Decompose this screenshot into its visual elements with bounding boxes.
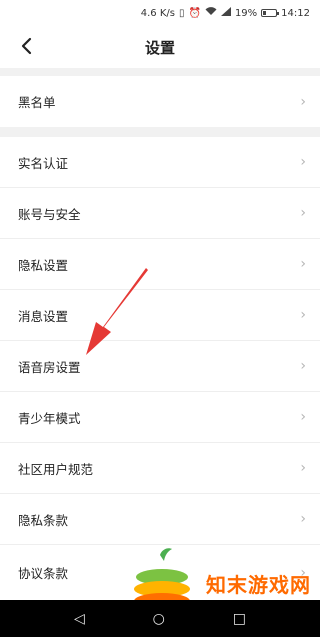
system-recent-icon[interactable]: □	[233, 611, 246, 627]
settings-item-privacy-settings[interactable]: 隐私设置 ›	[0, 239, 320, 290]
chevron-right-icon: ›	[300, 154, 306, 170]
system-home-icon[interactable]: ○	[153, 611, 165, 627]
settings-item-teen-mode[interactable]: 青少年模式 ›	[0, 392, 320, 443]
chevron-right-icon: ›	[300, 256, 306, 272]
settings-item-blacklist[interactable]: 黑名单 ›	[0, 76, 320, 127]
settings-item-message-settings[interactable]: 消息设置 ›	[0, 290, 320, 341]
chevron-right-icon: ›	[300, 511, 306, 527]
settings-item-voice-room[interactable]: 语音房设置 ›	[0, 341, 320, 392]
network-speed: 4.6 K/s	[140, 7, 175, 19]
system-nav-bar: ◁ ○ □	[0, 600, 320, 637]
chevron-left-icon	[21, 37, 32, 55]
status-bar: 4.6 K/s ▯ ⏰ 19% 14:12	[0, 0, 320, 26]
system-back-icon[interactable]: ◁	[74, 611, 85, 627]
settings-item-community-rules[interactable]: 社区用户规范 ›	[0, 443, 320, 494]
settings-item-label: 社区用户规范	[18, 461, 94, 477]
settings-item-label: 隐私条款	[18, 512, 69, 528]
section-divider	[0, 127, 320, 137]
settings-item-label: 消息设置	[18, 308, 69, 324]
clock: 14:12	[281, 7, 310, 19]
chevron-right-icon: ›	[300, 307, 306, 323]
signal-icon	[220, 7, 231, 19]
chevron-right-icon: ›	[300, 409, 306, 425]
settings-item-real-name[interactable]: 实名认证 ›	[0, 137, 320, 188]
chevron-right-icon: ›	[300, 460, 306, 476]
settings-item-label: 黑名单	[18, 95, 56, 110]
settings-item-label: 青少年模式	[18, 410, 81, 426]
settings-item-label: 实名认证	[18, 155, 69, 171]
settings-item-label: 隐私设置	[18, 257, 69, 273]
settings-item-label: 协议条款	[18, 566, 69, 581]
settings-item-label: 语音房设置	[18, 359, 81, 375]
page-title: 设置	[144, 38, 175, 57]
chevron-right-icon: ›	[300, 93, 306, 110]
back-button[interactable]	[14, 34, 38, 58]
chevron-right-icon: ›	[300, 358, 306, 374]
settings-item-agreement-terms[interactable]: 协议条款 ›	[0, 545, 320, 600]
settings-item-privacy-terms[interactable]: 隐私条款 ›	[0, 494, 320, 545]
battery-percent: 19%	[234, 7, 258, 19]
settings-item-account-security[interactable]: 账号与安全 ›	[0, 188, 320, 239]
vibrate-icon: ▯	[178, 7, 185, 19]
header: 设置	[0, 26, 320, 68]
alarm-icon: ⏰	[188, 7, 201, 19]
section-divider	[0, 68, 320, 76]
chevron-right-icon: ›	[300, 205, 306, 221]
chevron-right-icon: ›	[300, 564, 306, 581]
battery-icon	[261, 9, 280, 17]
wifi-icon	[205, 7, 217, 19]
settings-item-label: 账号与安全	[18, 206, 81, 222]
